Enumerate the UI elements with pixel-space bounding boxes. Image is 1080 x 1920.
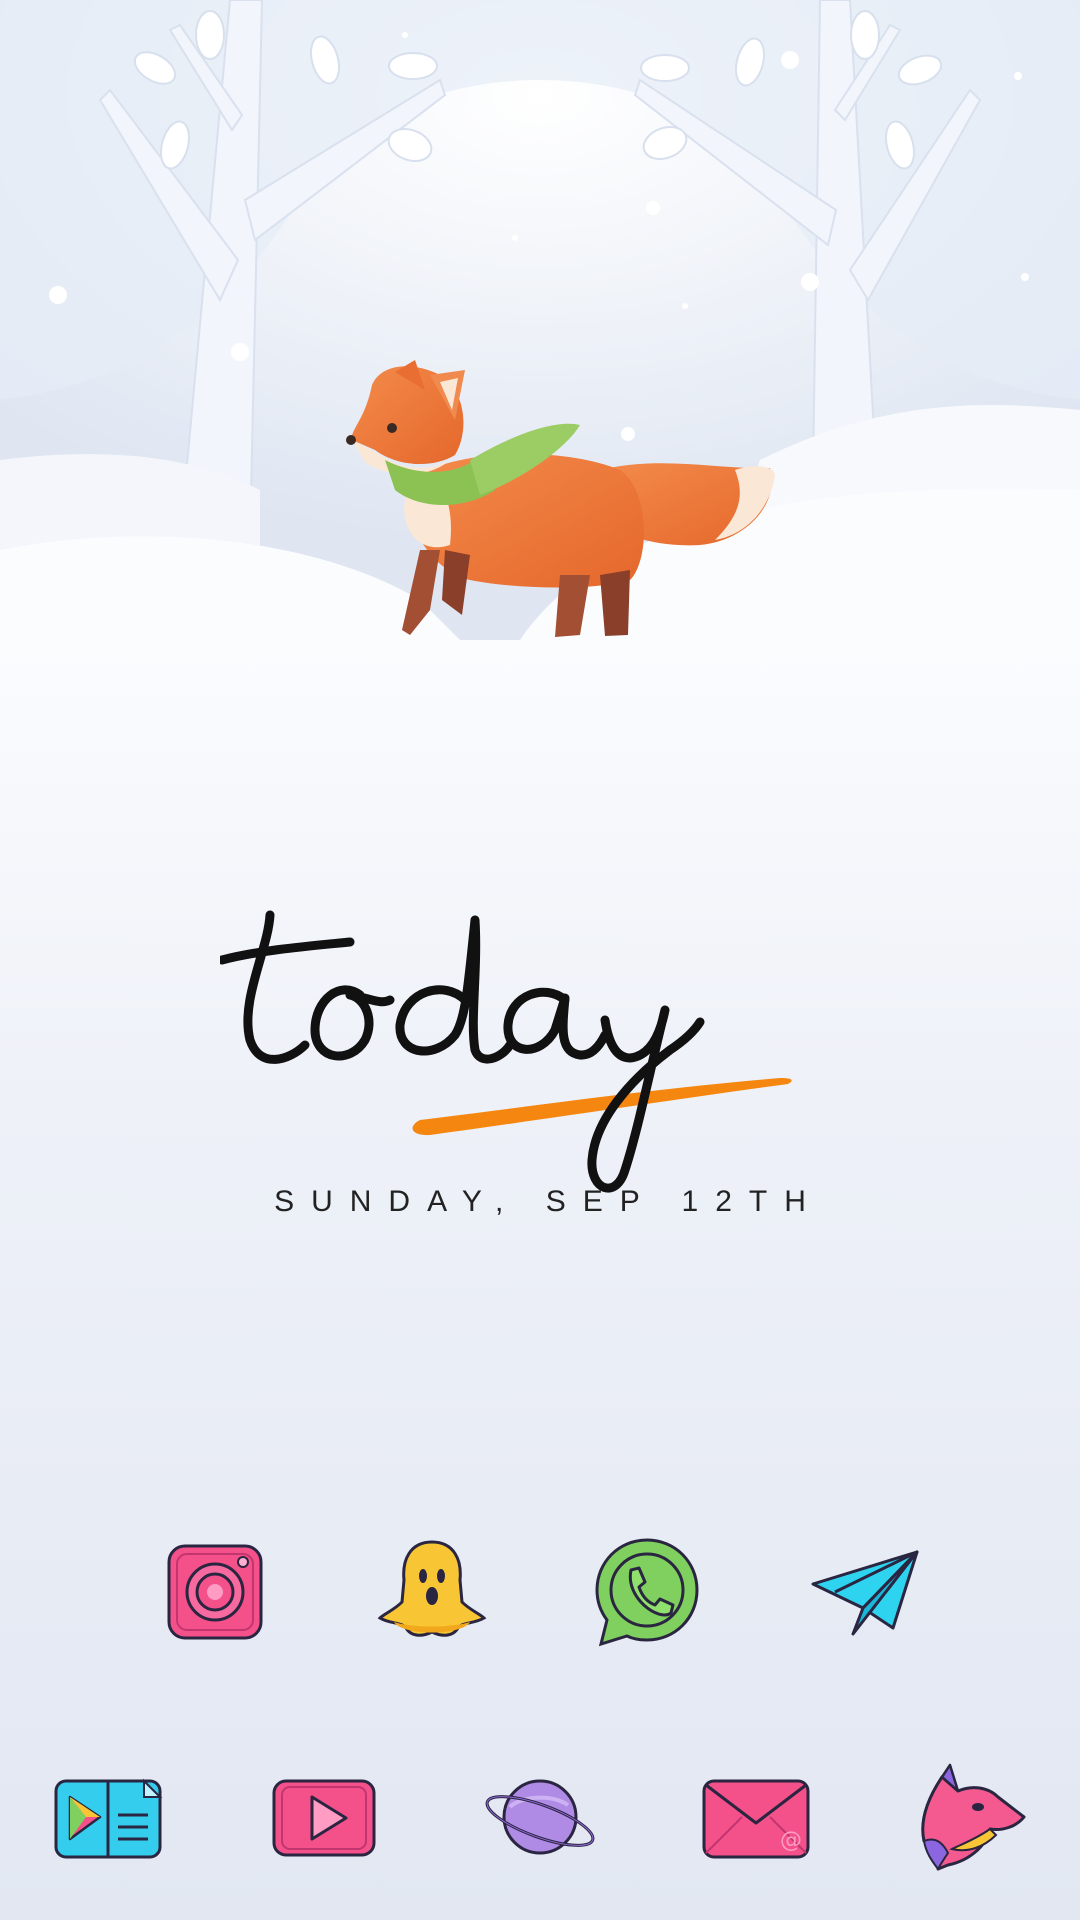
svg-text:@: @: [780, 1828, 802, 1853]
fox-head-icon: [921, 1763, 1026, 1871]
video-app-icon[interactable]: [264, 1757, 384, 1877]
play-button-icon: [272, 1779, 376, 1857]
ghost-app-icon[interactable]: [372, 1532, 492, 1652]
phone-bubble-icon: [595, 1538, 699, 1647]
wallpaper-fox-scene: [0, 0, 1080, 640]
camera-app-icon[interactable]: [155, 1532, 275, 1652]
camera-icon: [167, 1544, 263, 1640]
planet-app-icon[interactable]: [480, 1757, 600, 1877]
mail-icon: @: [702, 1779, 810, 1859]
fox-app-icon[interactable]: [912, 1757, 1032, 1877]
play-store-icon: [54, 1778, 163, 1859]
ghost-icon: [377, 1540, 487, 1637]
planet-icon: [485, 1779, 595, 1855]
paper-plane-icon: [811, 1550, 919, 1636]
store-app-icon[interactable]: [48, 1757, 168, 1877]
mail-app-icon[interactable]: @: [696, 1757, 816, 1877]
send-app-icon[interactable]: [805, 1532, 925, 1652]
date-label: SUNDAY, SEP 12TH: [274, 1185, 823, 1218]
chat-app-icon[interactable]: [587, 1532, 707, 1652]
today-handwriting: today: [220, 910, 792, 1193]
